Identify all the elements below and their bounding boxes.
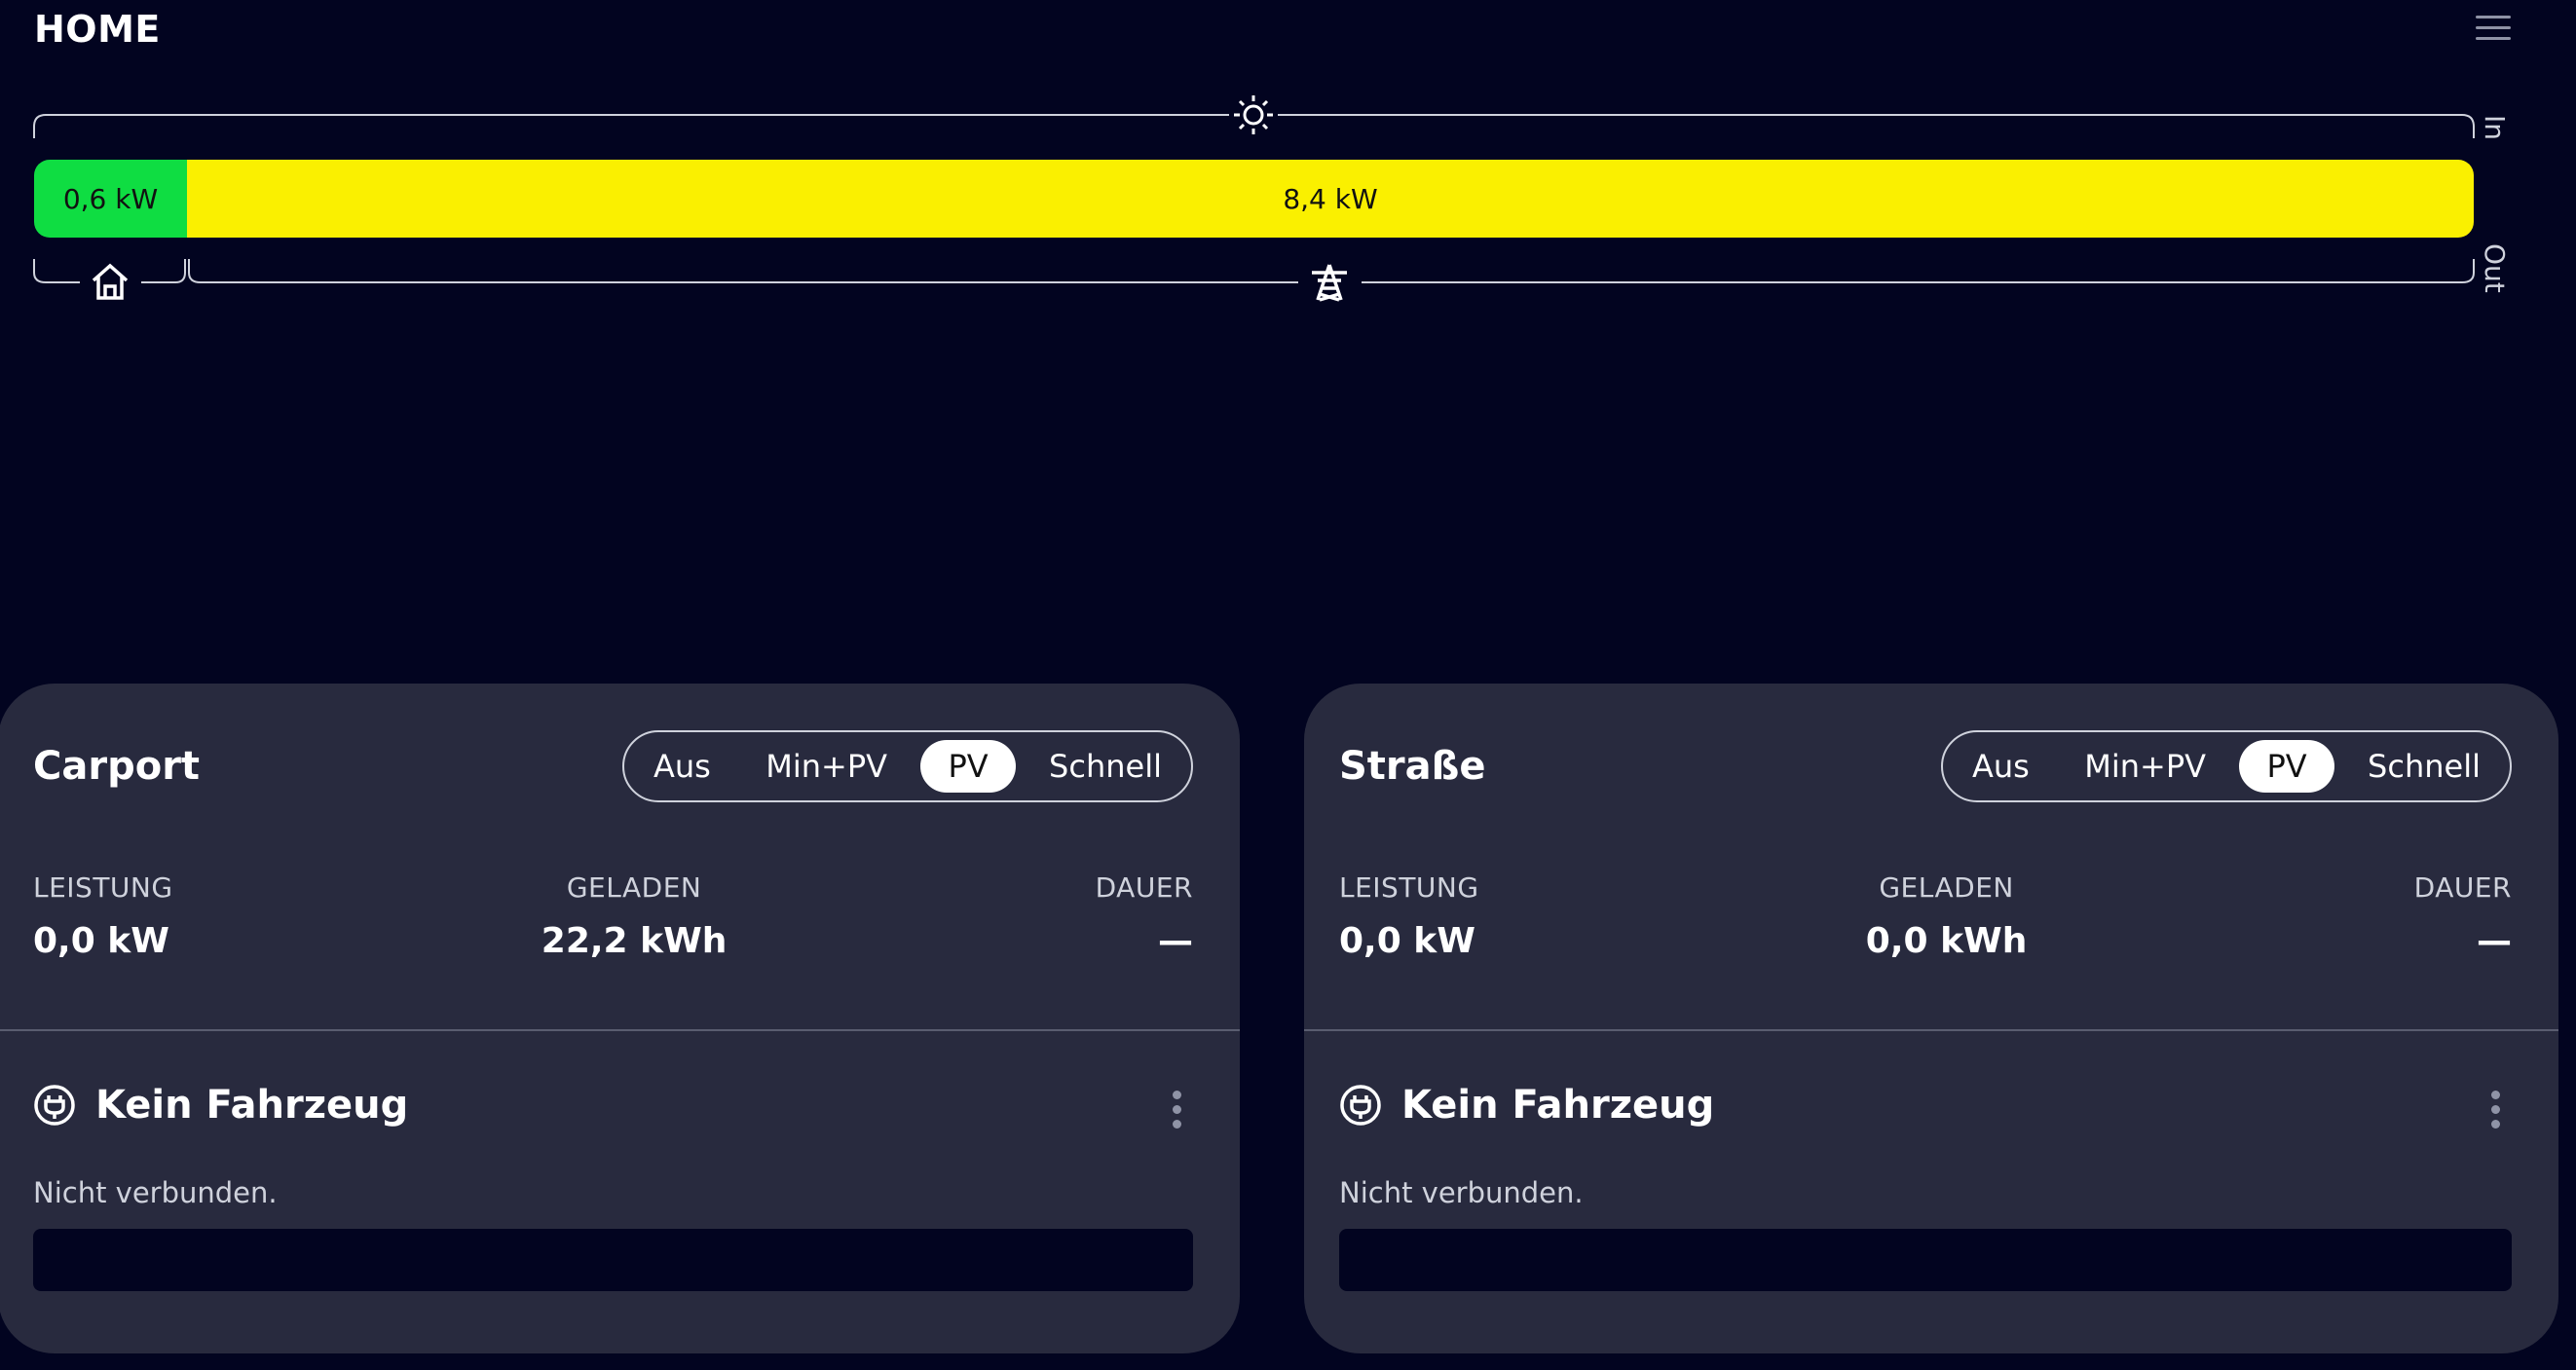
charged-label: GELADEN [566,871,702,904]
plug-icon [1340,1085,1381,1126]
energy-flow-bar: 0,6 kW 8,4 kW [34,160,2474,238]
card-divider [1304,1029,2558,1031]
vehicle-progress-bar [1339,1229,2512,1291]
mode-pv-button[interactable]: PV [920,740,1016,793]
in-label: In [2479,115,2511,141]
mode-selector: Aus Min+PV PV Schnell [1941,730,2512,802]
card-divider [0,1029,1240,1031]
vehicle-row: Kein Fahrzeug [33,1083,408,1128]
sun-icon [1234,95,1273,134]
power-pylon-icon [1312,264,1347,302]
home-bracket [33,259,186,283]
charged-value: 0,0 kWh [1865,921,2028,961]
plug-icon [34,1085,75,1126]
out-label: Out [2479,243,2511,293]
vehicle-status: Nicht verbunden. [33,1176,278,1209]
mode-minpv-button[interactable]: Min+PV [744,740,909,793]
charged-label: GELADEN [1879,871,2014,904]
mode-off-button[interactable]: Aus [632,740,732,793]
vehicle-name[interactable]: Kein Fahrzeug [1401,1083,1714,1128]
duration-label: DAUER [1095,871,1193,904]
duration-value: — [1157,921,1193,961]
mode-fast-button[interactable]: Schnell [1027,740,1183,793]
loadpoint-card-carport: Carport Aus Min+PV PV Schnell LEISTUNG 0… [0,684,1240,1353]
home-icon [92,263,129,300]
power-value: 0,0 kW [33,921,169,961]
production-bracket [33,114,2475,138]
loadpoint-title: Carport [33,744,201,789]
mode-fast-button[interactable]: Schnell [2346,740,2502,793]
vehicle-row: Kein Fahrzeug [1339,1083,1714,1128]
mode-pv-button[interactable]: PV [2239,740,2334,793]
vehicle-progress-bar [33,1229,1193,1291]
mode-minpv-button[interactable]: Min+PV [2063,740,2227,793]
more-options-icon[interactable] [2488,1091,2502,1134]
loadpoint-card-strasse: Straße Aus Min+PV PV Schnell LEISTUNG 0,… [1304,684,2558,1353]
home-consumption-segment: 0,6 kW [34,160,187,238]
mode-selector: Aus Min+PV PV Schnell [622,730,1193,802]
charging-metrics: LEISTUNG 0,0 kW GELADEN 22,2 kWh DAUER — [33,871,1193,961]
more-options-icon[interactable] [1170,1091,1183,1134]
mode-off-button[interactable]: Aus [1951,740,2051,793]
power-value: 0,0 kW [1339,921,1475,961]
charged-value: 22,2 kWh [541,921,728,961]
duration-label: DAUER [2413,871,2512,904]
power-label: LEISTUNG [1339,871,1479,904]
vehicle-status: Nicht verbunden. [1339,1176,1584,1209]
power-label: LEISTUNG [33,871,173,904]
grid-export-segment: 8,4 kW [187,160,2474,238]
vehicle-name[interactable]: Kein Fahrzeug [95,1083,408,1128]
duration-value: — [2477,921,2512,961]
charging-metrics: LEISTUNG 0,0 kW GELADEN 0,0 kWh DAUER — [1339,871,2512,961]
loadpoint-title: Straße [1339,744,1486,789]
